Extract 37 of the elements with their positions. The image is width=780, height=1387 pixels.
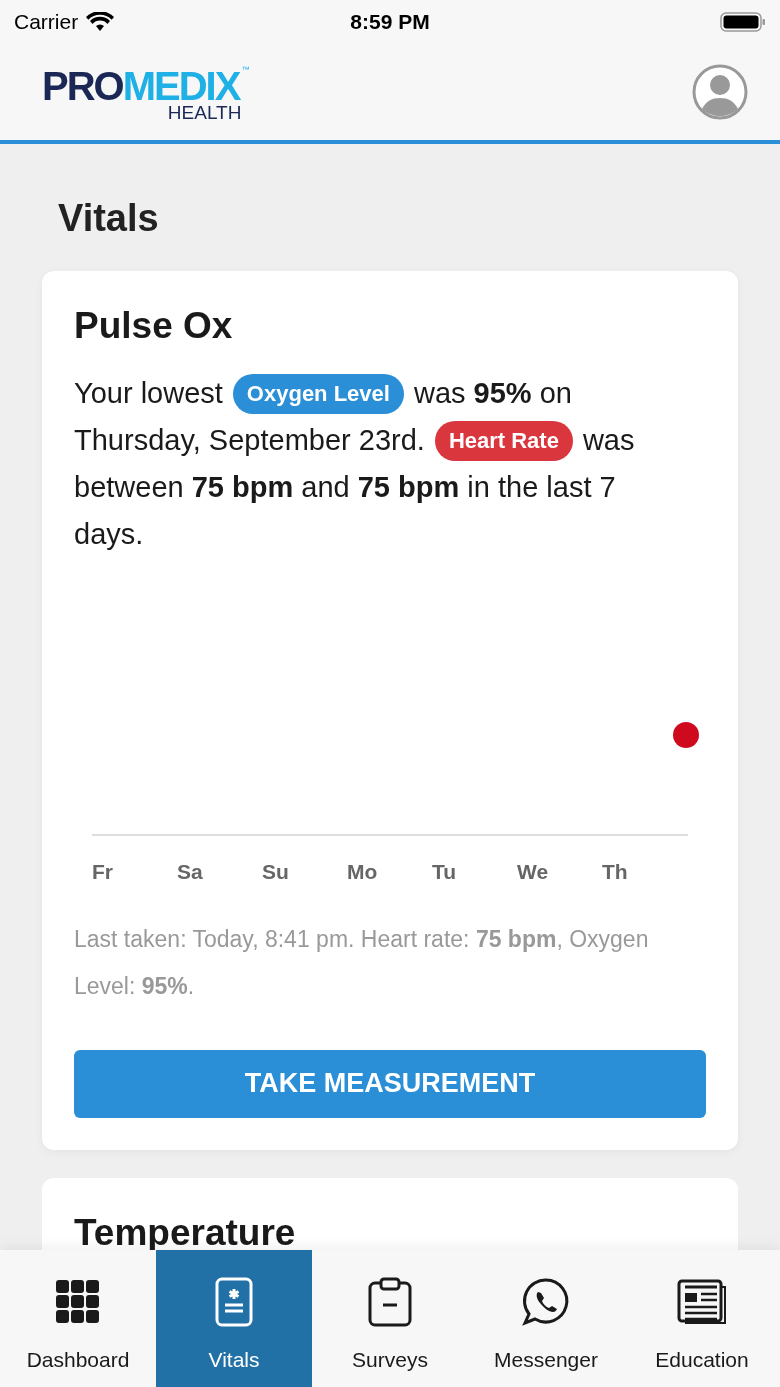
last-taken-text: Last taken: Today, 8:41 pm. Heart rate: 75 bpm, Oxygen Level: 95%. <box>74 924 650 1001</box>
nav-tab[interactable]: Vitals <box>156 1250 312 1387</box>
nav-tab[interactable]: Education <box>624 1250 780 1387</box>
summary-text: Thursday, September 23rd. <box>74 423 425 458</box>
day-label: Fr <box>92 859 114 885</box>
card-title: Pulse Ox <box>74 307 234 344</box>
wifi-icon <box>86 12 115 32</box>
document-icon <box>215 1277 253 1327</box>
day-label: Th <box>602 859 629 885</box>
carrier-label: Carrier <box>14 9 79 36</box>
summary-text: was <box>582 423 635 458</box>
day-label: We <box>517 859 550 885</box>
summary-text: between 75 bpm and 75 bpm in the last 7 <box>74 470 616 505</box>
card-title: Temperature <box>74 1213 297 1251</box>
day-label: Mo <box>347 859 379 885</box>
newspaper-icon <box>677 1279 727 1325</box>
phone-bubble-icon <box>521 1277 571 1327</box>
summary-text: Your lowest <box>74 376 223 411</box>
day-label: Tu <box>432 859 458 885</box>
page-title: Vitals <box>57 196 160 241</box>
clock-time: 8:59 PM <box>350 9 430 36</box>
profile-avatar-button[interactable] <box>692 64 748 120</box>
grid-icon <box>56 1280 100 1324</box>
summary-text: days. <box>74 517 144 552</box>
nav-tab[interactable]: Surveys <box>312 1250 468 1387</box>
tag: Oxygen Level <box>232 373 404 414</box>
day-label: Su <box>262 859 290 885</box>
tag: Heart Rate <box>434 420 573 461</box>
day-label: Sa <box>177 859 204 885</box>
summary-text: was 95% on <box>413 376 572 411</box>
nav-tab[interactable]: Messenger <box>468 1250 624 1387</box>
clipboard-icon <box>368 1277 412 1327</box>
nav-tab[interactable]: Dashboard <box>0 1250 156 1387</box>
brand-logo: PROMEDIX™ HEALTH <box>42 63 250 122</box>
reading-dot-icon <box>673 722 699 748</box>
battery-icon <box>720 12 766 32</box>
take-measurement-button[interactable]: TAKE MEASUREMENT <box>74 1049 706 1118</box>
